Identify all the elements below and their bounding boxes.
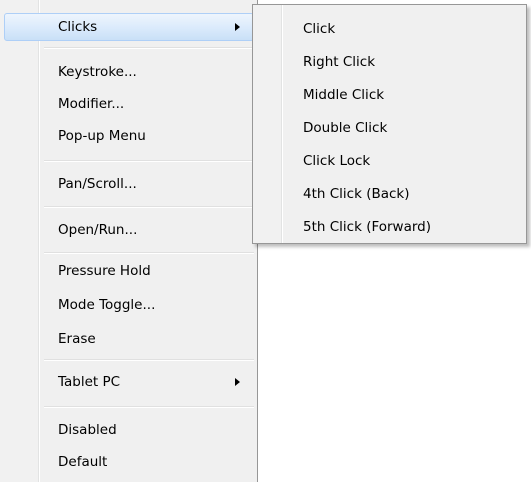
submenu-item-label: Click (303, 21, 336, 37)
menu-item-pan-scroll[interactable]: Pan/Scroll... (4, 170, 254, 198)
menu-item-tablet-pc[interactable]: Tablet PC (4, 368, 254, 396)
menu-item-label: Pan/Scroll... (58, 176, 137, 192)
menu-item-label: Pressure Hold (58, 263, 151, 279)
menu-item-erase[interactable]: Erase (4, 325, 254, 353)
menu-item-default[interactable]: Default (4, 448, 254, 476)
menu-item-modifier[interactable]: Modifier... (4, 90, 254, 118)
menu-separator (44, 252, 254, 254)
menu-item-keystroke[interactable]: Keystroke... (4, 58, 254, 86)
menu-item-label: Clicks (58, 19, 98, 35)
menu-item-popup-menu[interactable]: Pop-up Menu (4, 122, 254, 150)
menu-item-label: Default (58, 454, 108, 470)
menu-item-mode-toggle[interactable]: Mode Toggle... (4, 291, 254, 319)
menu-item-pressure-hold[interactable]: Pressure Hold (4, 257, 254, 285)
menu-item-label: Mode Toggle... (58, 297, 156, 313)
submenu-item-label: Double Click (303, 120, 388, 136)
menu-separator (44, 359, 254, 361)
menu-separator (44, 160, 254, 162)
submenu-item-double-click[interactable]: Double Click (256, 112, 523, 144)
submenu-arrow-icon (235, 378, 240, 386)
menu-item-disabled[interactable]: Disabled (4, 416, 254, 444)
menu-item-open-run[interactable]: Open/Run... (4, 216, 254, 244)
menu-item-label: Open/Run... (58, 222, 138, 238)
submenu-item-label: 4th Click (Back) (303, 186, 410, 202)
submenu-item-5th-click-forward[interactable]: 5th Click (Forward) (256, 211, 523, 243)
submenu-item-right-click[interactable]: Right Click (256, 46, 523, 78)
menu-separator (44, 406, 254, 408)
menu-item-label: Erase (58, 331, 96, 347)
submenu-item-label: Middle Click (303, 87, 385, 103)
menu-item-label: Modifier... (58, 96, 125, 112)
submenu-arrow-icon (235, 23, 240, 31)
screen: Clicks Keystroke... Modifier... Pop-up M… (0, 0, 531, 482)
submenu-item-label: Click Lock (303, 153, 371, 169)
submenu-item-click-lock[interactable]: Click Lock (256, 145, 523, 177)
menu-item-label: Tablet PC (58, 374, 121, 390)
menu-item-label: Pop-up Menu (58, 128, 146, 144)
submenu-item-middle-click[interactable]: Middle Click (256, 79, 523, 111)
submenu-item-label: Right Click (303, 54, 376, 70)
submenu-item-click[interactable]: Click (256, 13, 523, 45)
menu-separator (44, 47, 254, 49)
menu-separator (44, 206, 254, 208)
menu-item-label: Keystroke... (58, 64, 137, 80)
submenu-item-label: 5th Click (Forward) (303, 219, 432, 235)
clicks-submenu: Click Right Click Middle Click Double Cl… (252, 4, 527, 244)
menu-item-clicks[interactable]: Clicks (4, 13, 254, 41)
context-menu: Clicks Keystroke... Modifier... Pop-up M… (0, 0, 258, 482)
submenu-item-4th-click-back[interactable]: 4th Click (Back) (256, 178, 523, 210)
menu-item-label: Disabled (58, 422, 117, 438)
